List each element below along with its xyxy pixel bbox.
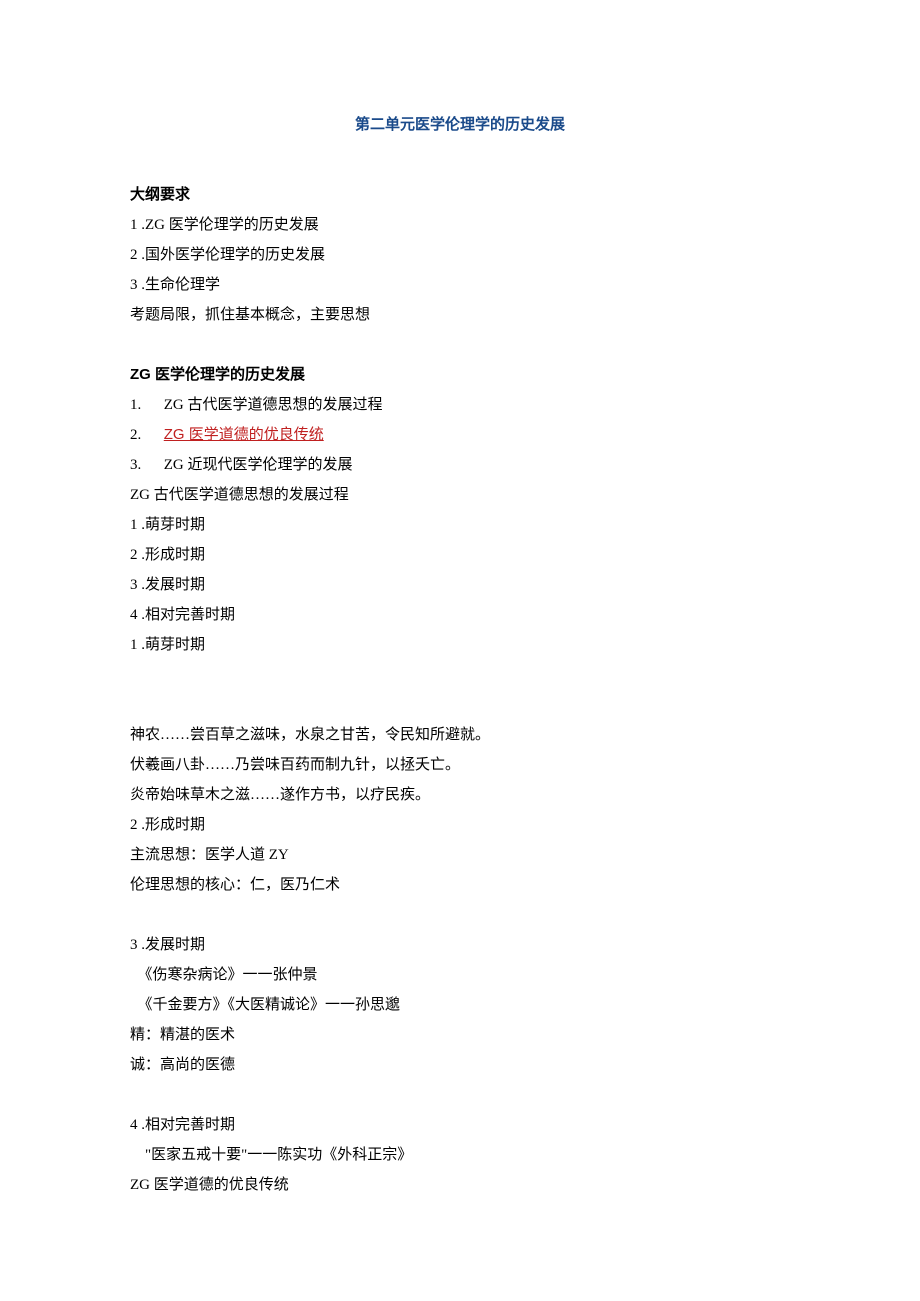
- period-title: 4 .相对完善时期: [130, 1110, 790, 1140]
- list-item: 2. ZG 医学道德的优良传统: [130, 420, 790, 450]
- outline-note: 考题局限，抓住基本概念，主要思想: [130, 300, 790, 330]
- list-item: 1. ZG 古代医学道德思想的发展过程: [130, 390, 790, 420]
- list-number: 3.: [130, 457, 141, 473]
- period-item: 1 .萌芽时期: [130, 510, 790, 540]
- period-title: 2 .形成时期: [130, 810, 790, 840]
- period-item: 4 .相对完善时期: [130, 600, 790, 630]
- body-text: 主流思想：医学人道 ZY: [130, 840, 790, 870]
- section-heading-history: ZG 医学伦理学的历史发展: [130, 360, 790, 390]
- period-item: 2 .形成时期: [130, 540, 790, 570]
- list-label: ZG 近现代医学伦理学的发展: [164, 457, 353, 473]
- body-text: 精：精湛的医术: [130, 1020, 790, 1050]
- body-text: "医家五戒十要"一一陈实功《外科正宗》: [130, 1140, 790, 1170]
- body-text: 《伤寒杂病论》一一张仲景: [130, 960, 790, 990]
- list-item: 3. ZG 近现代医学伦理学的发展: [130, 450, 790, 480]
- body-text: 神农……尝百草之滋味，水泉之甘苦，令民知所避就。: [130, 720, 790, 750]
- body-text: 伦理思想的核心：仁，医乃仁术: [130, 870, 790, 900]
- body-text: 炎帝始味草木之滋……遂作方书，以疗民疾。: [130, 780, 790, 810]
- spacer: [130, 1080, 790, 1110]
- spacer: [130, 330, 790, 360]
- spacer: [130, 900, 790, 930]
- body-text: 《千金要方》《大医精诚论》一一孙思邈: [130, 990, 790, 1020]
- page-title: 第二单元医学伦理学的历史发展: [130, 110, 790, 140]
- body-text: 诚：高尚的医德: [130, 1050, 790, 1080]
- spacer: [130, 660, 790, 720]
- outline-item: 1 .ZG 医学伦理学的历史发展: [130, 210, 790, 240]
- list-number: 1.: [130, 397, 141, 413]
- list-label-link[interactable]: ZG 医学道德的优良传统: [164, 426, 324, 443]
- list-label: ZG 古代医学道德思想的发展过程: [164, 397, 383, 413]
- body-text: ZG 医学道德的优良传统: [130, 1170, 790, 1200]
- period-item: 3 .发展时期: [130, 570, 790, 600]
- outline-item: 2 .国外医学伦理学的历史发展: [130, 240, 790, 270]
- outline-item: 3 .生命伦理学: [130, 270, 790, 300]
- period-title: 3 .发展时期: [130, 930, 790, 960]
- period-item: 1 .萌芽时期: [130, 630, 790, 660]
- body-text: 伏羲画八卦……乃尝味百药而制九针，以拯夭亡。: [130, 750, 790, 780]
- list-number: 2.: [130, 427, 141, 443]
- section-heading-outline: 大纲要求: [130, 180, 790, 210]
- sub-heading: ZG 古代医学道德思想的发展过程: [130, 480, 790, 510]
- document-page: 第二单元医学伦理学的历史发展 大纲要求 1 .ZG 医学伦理学的历史发展 2 .…: [0, 0, 920, 1301]
